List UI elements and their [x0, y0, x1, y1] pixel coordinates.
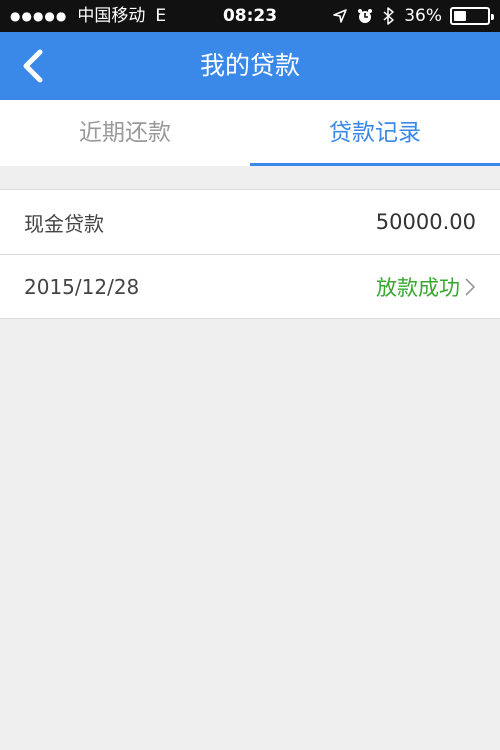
tab-recent-repayment[interactable]: 近期还款: [0, 100, 250, 166]
loan-date: 2015/12/28: [24, 274, 140, 299]
tab-bar: 近期还款 贷款记录: [0, 100, 500, 166]
navigation-bar: 我的贷款: [0, 32, 500, 100]
alarm-icon: [358, 9, 373, 23]
page-title: 我的贷款: [199, 51, 300, 80]
loan-type-row: 现金贷款 50000.00: [0, 190, 500, 254]
loan-status-group: 放款成功: [376, 272, 476, 302]
bluetooth-icon: [383, 7, 394, 25]
location-arrow-icon: [333, 9, 348, 23]
status-right: 36%: [332, 0, 494, 32]
loan-record-list: 现金贷款 50000.00 2015/12/28 放款成功: [0, 189, 500, 319]
loan-status-row[interactable]: 2015/12/28 放款成功: [0, 254, 500, 318]
battery-icon: [450, 7, 494, 25]
chevron-right-icon: [465, 277, 476, 296]
loan-status: 放款成功: [376, 275, 460, 300]
loan-amount: 50000.00: [375, 210, 476, 234]
battery-percent: 36%: [404, 6, 442, 26]
battery-tip: [491, 14, 494, 20]
battery-fill: [454, 11, 466, 21]
status-bar: ●●●●● 中国移动 E 08:23 36%: [0, 0, 500, 32]
tab-loan-records[interactable]: 贷款记录: [250, 100, 500, 166]
loan-type-label: 现金贷款: [24, 211, 104, 236]
